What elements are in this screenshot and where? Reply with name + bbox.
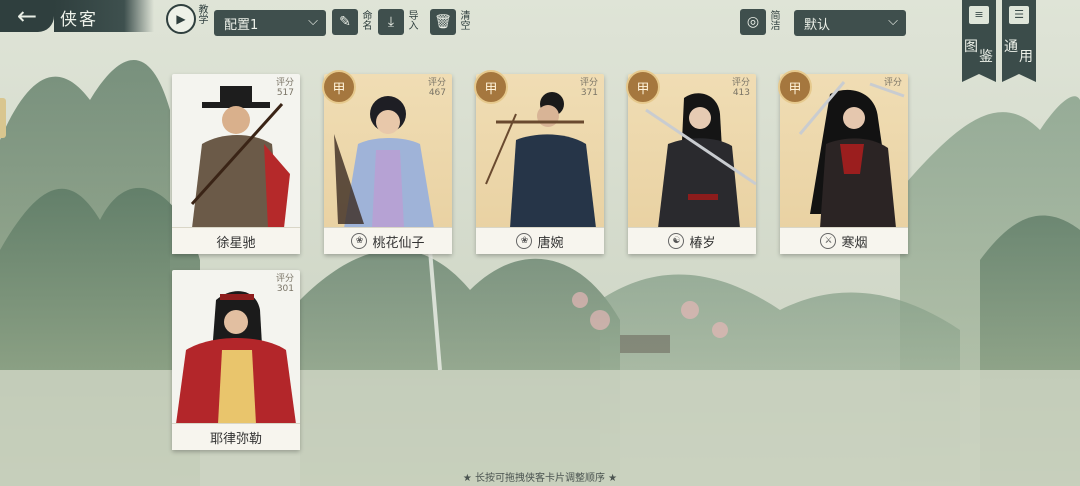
score-label: 评分 bbox=[579, 78, 598, 88]
score-label: 评分 bbox=[275, 78, 294, 88]
config-select[interactable]: 配置1 ⌵ bbox=[214, 10, 326, 36]
score-badge: 评分 301 bbox=[276, 274, 294, 294]
arrow-left-icon: ← bbox=[16, 2, 38, 30]
download-icon: ⤓ bbox=[387, 14, 395, 30]
clear-label: 清空 bbox=[458, 10, 469, 30]
lotus-icon: ❀ bbox=[516, 233, 533, 249]
score-value: 517 bbox=[276, 88, 294, 98]
trash-icon: 🗑 bbox=[434, 14, 452, 30]
clear-button[interactable]: 🗑 bbox=[430, 9, 456, 35]
score-badge: 评分 467 bbox=[428, 78, 446, 98]
play-icon: ▶ bbox=[166, 4, 196, 34]
hero-card[interactable]: 甲 评分 ⚔ 寒烟 bbox=[778, 70, 908, 254]
top-bar: ← 侠客 ▶ 教学 配置1 ⌵ ✎ 命名 ⤓ 导入 🗑 清空 ◎ 简洁 默认 ⌵ bbox=[0, 0, 1080, 44]
hero-card[interactable]: 评分 517 徐星驰 bbox=[172, 74, 300, 254]
codex-button[interactable]: ≡ 图 鉴 bbox=[962, 0, 996, 82]
score-label: 评分 bbox=[731, 78, 750, 88]
score-label: 评分 bbox=[275, 274, 294, 284]
chevron-down-icon: ⌵ bbox=[308, 14, 318, 29]
hero-name: 桃花仙子 bbox=[372, 235, 425, 251]
config-select-value: 配置1 bbox=[224, 17, 259, 33]
general-label-2: 用 bbox=[1019, 49, 1033, 65]
grade-badge: 甲 bbox=[322, 70, 356, 104]
score-badge: 评分 371 bbox=[580, 78, 598, 98]
import-label: 导入 bbox=[406, 10, 417, 30]
rename-button[interactable]: ✎ bbox=[332, 9, 358, 35]
score-value: 301 bbox=[276, 284, 294, 294]
yinyang-icon: ☯ bbox=[668, 233, 685, 249]
codex-label-2: 鉴 bbox=[979, 49, 993, 65]
hero-name: 椿岁 bbox=[689, 235, 716, 251]
score-badge: 评分 413 bbox=[732, 78, 750, 98]
general-button[interactable]: ☰ 通 用 bbox=[1002, 0, 1036, 82]
hero-name: 唐婉 bbox=[537, 235, 564, 251]
hero-name: 寒烟 bbox=[841, 235, 868, 251]
card-namebar: ⚔ 寒烟 bbox=[780, 227, 908, 254]
page-title: 侠客 bbox=[60, 10, 98, 30]
score-value: 413 bbox=[732, 88, 750, 98]
general-label-1: 通 bbox=[1004, 39, 1018, 55]
eye-icon: ◎ bbox=[746, 14, 760, 30]
sort-select[interactable]: 默认 ⌵ bbox=[794, 10, 906, 36]
drag-hint: ★ 长按可拖拽侠客卡片调整顺序 ★ bbox=[462, 473, 618, 484]
score-value: 467 bbox=[428, 88, 446, 98]
card-namebar: ❀ 桃花仙子 bbox=[324, 227, 452, 254]
card-namebar: ❀ 唐婉 bbox=[476, 227, 604, 254]
sort-select-value: 默认 bbox=[804, 17, 831, 33]
tutorial-label: 教学 bbox=[196, 4, 207, 24]
rename-label: 命名 bbox=[360, 10, 371, 30]
tutorial-button[interactable]: ▶ 教学 bbox=[166, 4, 210, 34]
card-namebar: 徐星驰 bbox=[172, 227, 300, 254]
simple-label: 简洁 bbox=[768, 10, 779, 30]
grade-badge: 甲 bbox=[474, 70, 508, 104]
score-badge: 评分 bbox=[884, 78, 902, 88]
import-button[interactable]: ⤓ bbox=[378, 9, 404, 35]
codex-label-1: 图 bbox=[964, 39, 978, 55]
brush-icon: ✎ bbox=[339, 14, 351, 30]
score-label: 评分 bbox=[883, 78, 902, 88]
card-namebar: ☯ 椿岁 bbox=[628, 227, 756, 254]
scroll-icon: ☰ bbox=[1009, 6, 1029, 24]
side-tab[interactable] bbox=[0, 98, 6, 138]
chevron-down-icon: ⌵ bbox=[888, 14, 898, 29]
sword-icon: ⚔ bbox=[820, 233, 837, 249]
card-namebar: 耶律弥勒 bbox=[172, 423, 300, 450]
hero-card[interactable]: 甲 评分 371 ❀ 唐婉 bbox=[474, 70, 604, 254]
book-icon: ≡ bbox=[969, 6, 989, 24]
back-button[interactable]: ← bbox=[0, 0, 54, 32]
hero-name: 徐星驰 bbox=[216, 235, 256, 251]
hero-card[interactable]: 评分 301 耶律弥勒 bbox=[172, 270, 300, 450]
grade-badge: 甲 bbox=[626, 70, 660, 104]
hero-card[interactable]: 甲 评分 413 ☯ 椿岁 bbox=[626, 70, 756, 254]
hero-name: 耶律弥勒 bbox=[209, 431, 262, 447]
hero-card[interactable]: 甲 评分 467 ❀ 桃花仙子 bbox=[322, 70, 452, 254]
score-label: 评分 bbox=[427, 78, 446, 88]
score-badge: 评分 517 bbox=[276, 78, 294, 98]
simple-mode-toggle[interactable]: ◎ bbox=[740, 9, 766, 35]
score-value: 371 bbox=[580, 88, 598, 98]
lotus-icon: ❀ bbox=[351, 233, 368, 249]
grade-badge: 甲 bbox=[778, 70, 812, 104]
